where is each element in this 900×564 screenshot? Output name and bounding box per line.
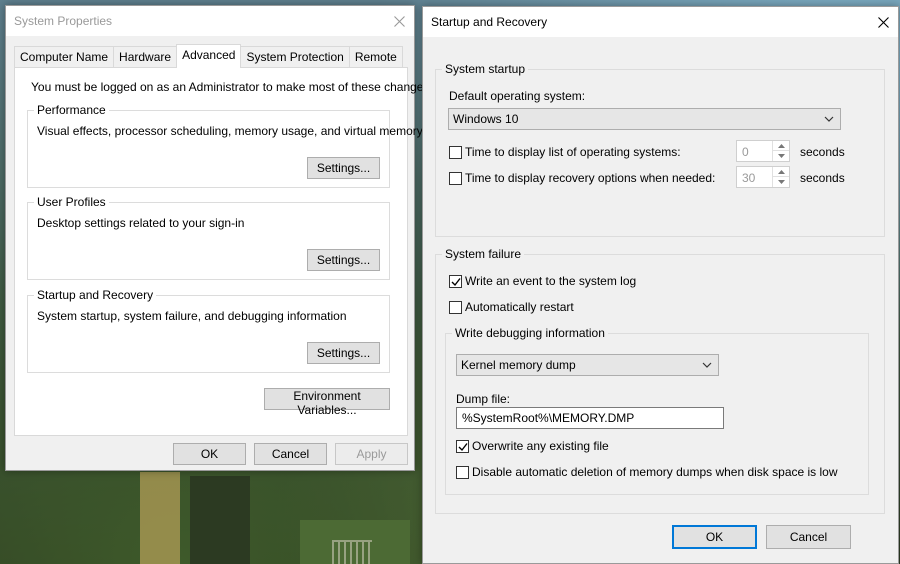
advanced-tab-panel: You must be logged on as an Administrato… — [14, 67, 433, 436]
wallpaper-fence — [332, 540, 372, 564]
window-title: System Properties — [14, 14, 113, 28]
system-properties-window: System Properties Computer Name Hardware… — [5, 5, 433, 471]
performance-settings-button[interactable]: Settings... — [307, 157, 380, 179]
tab-computer-name[interactable]: Computer Name — [14, 46, 115, 68]
tab-bar: Computer Name Hardware Advanced System P… — [14, 44, 403, 68]
cancel-button[interactable]: Cancel — [766, 525, 851, 549]
disable-auto-delete-checkbox[interactable] — [456, 466, 469, 479]
dump-file-field[interactable]: %SystemRoot%\MEMORY.DMP — [456, 407, 724, 429]
environment-variables-button[interactable]: Environment Variables... — [264, 388, 390, 417]
time-list-seconds-label: seconds — [800, 145, 845, 159]
system-failure-title: System failure — [442, 247, 525, 261]
dump-type-value: Kernel memory dump — [461, 358, 576, 372]
tab-hardware[interactable]: Hardware — [113, 46, 178, 68]
startup-recovery-group-title: Startup and Recovery — [34, 288, 157, 302]
spin-up-icon[interactable] — [773, 167, 789, 177]
time-list-label: Time to display list of operating system… — [465, 145, 681, 159]
window-title: Startup and Recovery — [431, 15, 548, 29]
write-event-checkbox[interactable] — [449, 275, 462, 288]
auto-restart-label: Automatically restart — [465, 300, 574, 314]
performance-group-title: Performance — [34, 103, 109, 117]
performance-group: Performance Visual effects, processor sc… — [27, 103, 423, 188]
admin-notice: You must be logged on as an Administrato… — [31, 80, 433, 94]
overwrite-checkbox[interactable] — [456, 440, 469, 453]
time-recovery-value: 30 — [742, 171, 756, 185]
time-recovery-spinner[interactable]: 30 — [736, 166, 790, 188]
system-startup-group: System startup Default operating system:… — [435, 62, 885, 237]
wallpaper-lantern — [140, 472, 180, 564]
startup-recovery-titlebar[interactable]: Startup and Recovery — [423, 7, 898, 37]
time-recovery-checkbox[interactable] — [449, 172, 462, 185]
user-profiles-group-title: User Profiles — [34, 195, 109, 209]
startup-and-recovery-window: Startup and Recovery System startup Defa… — [422, 6, 899, 564]
time-recovery-seconds-label: seconds — [800, 171, 845, 185]
chevron-down-icon — [702, 362, 712, 368]
dump-file-label: Dump file: — [456, 392, 511, 406]
default-os-label: Default operating system: — [449, 89, 586, 103]
time-list-checkbox[interactable] — [449, 146, 462, 159]
cancel-button[interactable]: Cancel — [254, 443, 327, 465]
checkmark-icon — [451, 278, 461, 287]
spin-down-icon[interactable] — [773, 151, 789, 161]
spin-down-icon[interactable] — [773, 177, 789, 187]
startup-recovery-description: System startup, system failure, and debu… — [37, 309, 347, 323]
dump-type-dropdown[interactable]: Kernel memory dump — [456, 354, 719, 376]
debugging-info-title: Write debugging information — [452, 326, 608, 340]
user-profiles-settings-button[interactable]: Settings... — [307, 249, 380, 271]
time-list-value: 0 — [742, 145, 749, 159]
write-event-label: Write an event to the system log — [465, 274, 637, 288]
close-icon — [877, 16, 889, 28]
system-startup-title: System startup — [442, 62, 529, 76]
overwrite-label: Overwrite any existing file — [472, 439, 609, 453]
tab-remote[interactable]: Remote — [348, 46, 403, 68]
close-button[interactable] — [868, 7, 898, 37]
time-list-spinner[interactable]: 0 — [736, 140, 790, 162]
close-button[interactable] — [384, 6, 414, 36]
user-profiles-description: Desktop settings related to your sign-in — [37, 216, 245, 230]
default-os-value: Windows 10 — [453, 112, 519, 126]
chevron-down-icon — [824, 116, 834, 122]
checkmark-icon — [458, 443, 468, 452]
startup-recovery-group: Startup and Recovery System startup, sys… — [27, 288, 390, 373]
disable-auto-delete-label: Disable automatic deletion of memory dum… — [472, 465, 838, 479]
tab-system-protection[interactable]: System Protection — [240, 46, 350, 68]
ok-button[interactable]: OK — [672, 525, 757, 549]
system-properties-titlebar[interactable]: System Properties — [6, 6, 414, 36]
apply-button[interactable]: Apply — [335, 443, 408, 465]
system-failure-group: System failure Write an event to the sys… — [435, 247, 885, 514]
spin-up-icon[interactable] — [773, 141, 789, 151]
default-os-dropdown[interactable]: Windows 10 — [448, 108, 841, 130]
auto-restart-checkbox[interactable] — [449, 301, 462, 314]
time-recovery-label: Time to display recovery options when ne… — [465, 171, 716, 185]
startup-recovery-settings-button[interactable]: Settings... — [307, 342, 380, 364]
tab-advanced[interactable]: Advanced — [176, 44, 242, 68]
spinner-arrows — [772, 167, 789, 187]
wallpaper-pillar — [190, 476, 250, 564]
close-icon — [393, 15, 405, 27]
user-profiles-group: User Profiles Desktop settings related t… — [27, 195, 390, 280]
ok-button[interactable]: OK — [173, 443, 246, 465]
performance-description: Visual effects, processor scheduling, me… — [37, 124, 423, 138]
debugging-info-group: Write debugging information Kernel memor… — [445, 326, 869, 495]
spinner-arrows — [772, 141, 789, 161]
